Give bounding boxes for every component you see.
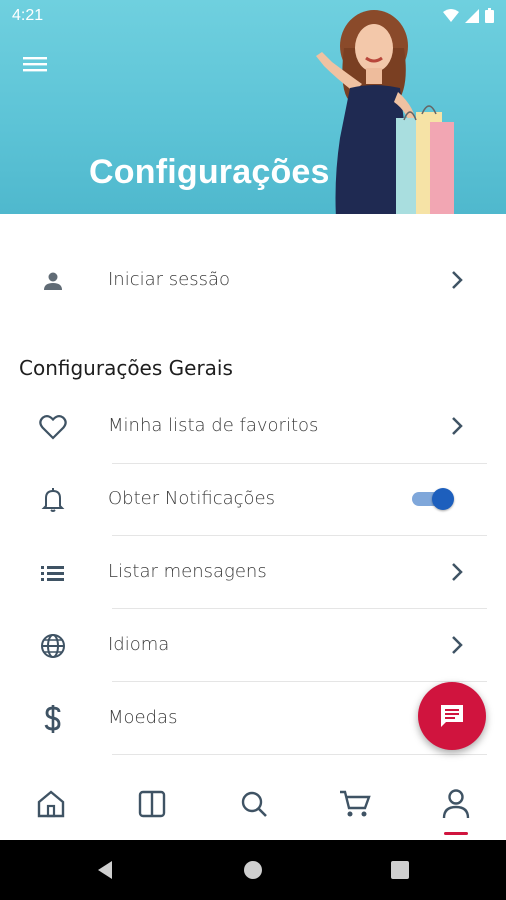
layout-icon — [138, 790, 166, 818]
language-label: Idioma — [108, 634, 170, 655]
recents-icon[interactable] — [388, 858, 412, 882]
status-time: 4:21 — [12, 7, 44, 24]
home-icon — [37, 790, 65, 818]
message-icon — [441, 705, 463, 727]
nav-cart[interactable] — [335, 784, 375, 824]
nav-search[interactable] — [234, 784, 274, 824]
nav-profile[interactable] — [436, 784, 476, 824]
menu-icon[interactable] — [22, 52, 48, 76]
bell-icon — [38, 485, 68, 515]
toggle-knob — [432, 488, 454, 510]
list-icon — [38, 558, 68, 588]
currency-label: Moedas — [108, 707, 178, 728]
chevron-right-icon — [452, 417, 463, 435]
bottom-navigation — [0, 770, 506, 840]
divider — [112, 754, 487, 755]
settings-content: Iniciar sessão Configurações Gerais Minh… — [0, 214, 506, 770]
chevron-right-icon — [452, 636, 463, 654]
general-settings-title: Configurações Gerais — [19, 356, 233, 380]
language-row[interactable]: Idioma — [0, 609, 506, 681]
battery-icon — [485, 8, 494, 23]
notifications-label: Obter Notificações — [108, 488, 276, 509]
back-icon[interactable] — [94, 858, 118, 882]
dollar-icon — [38, 704, 68, 734]
profile-icon — [442, 789, 470, 819]
cart-icon — [340, 790, 371, 817]
chevron-right-icon — [452, 271, 463, 289]
nav-home[interactable] — [31, 784, 71, 824]
chevron-right-icon — [452, 563, 463, 581]
notifications-row: Obter Notificações — [0, 463, 506, 535]
header-banner: 4:21 Configurações — [0, 0, 506, 214]
globe-icon — [38, 631, 68, 661]
messages-row[interactable]: Listar mensagens — [0, 536, 506, 608]
notifications-toggle[interactable] — [412, 488, 456, 510]
search-icon — [241, 791, 267, 817]
chat-fab-button[interactable] — [418, 682, 486, 750]
person-icon — [38, 266, 68, 296]
favorites-row[interactable]: Minha lista de favoritos — [0, 390, 506, 462]
favorites-label: Minha lista de favoritos — [108, 415, 319, 436]
home-circle-icon[interactable] — [241, 858, 265, 882]
login-label: Iniciar sessão — [108, 269, 231, 290]
system-navigation-bar — [0, 840, 506, 900]
nav-categories[interactable] — [132, 784, 172, 824]
login-row[interactable]: Iniciar sessão — [0, 244, 506, 316]
messages-label: Listar mensagens — [108, 561, 267, 582]
page-title: Configurações — [89, 153, 330, 191]
active-tab-indicator — [444, 832, 468, 835]
heart-icon — [38, 412, 68, 442]
